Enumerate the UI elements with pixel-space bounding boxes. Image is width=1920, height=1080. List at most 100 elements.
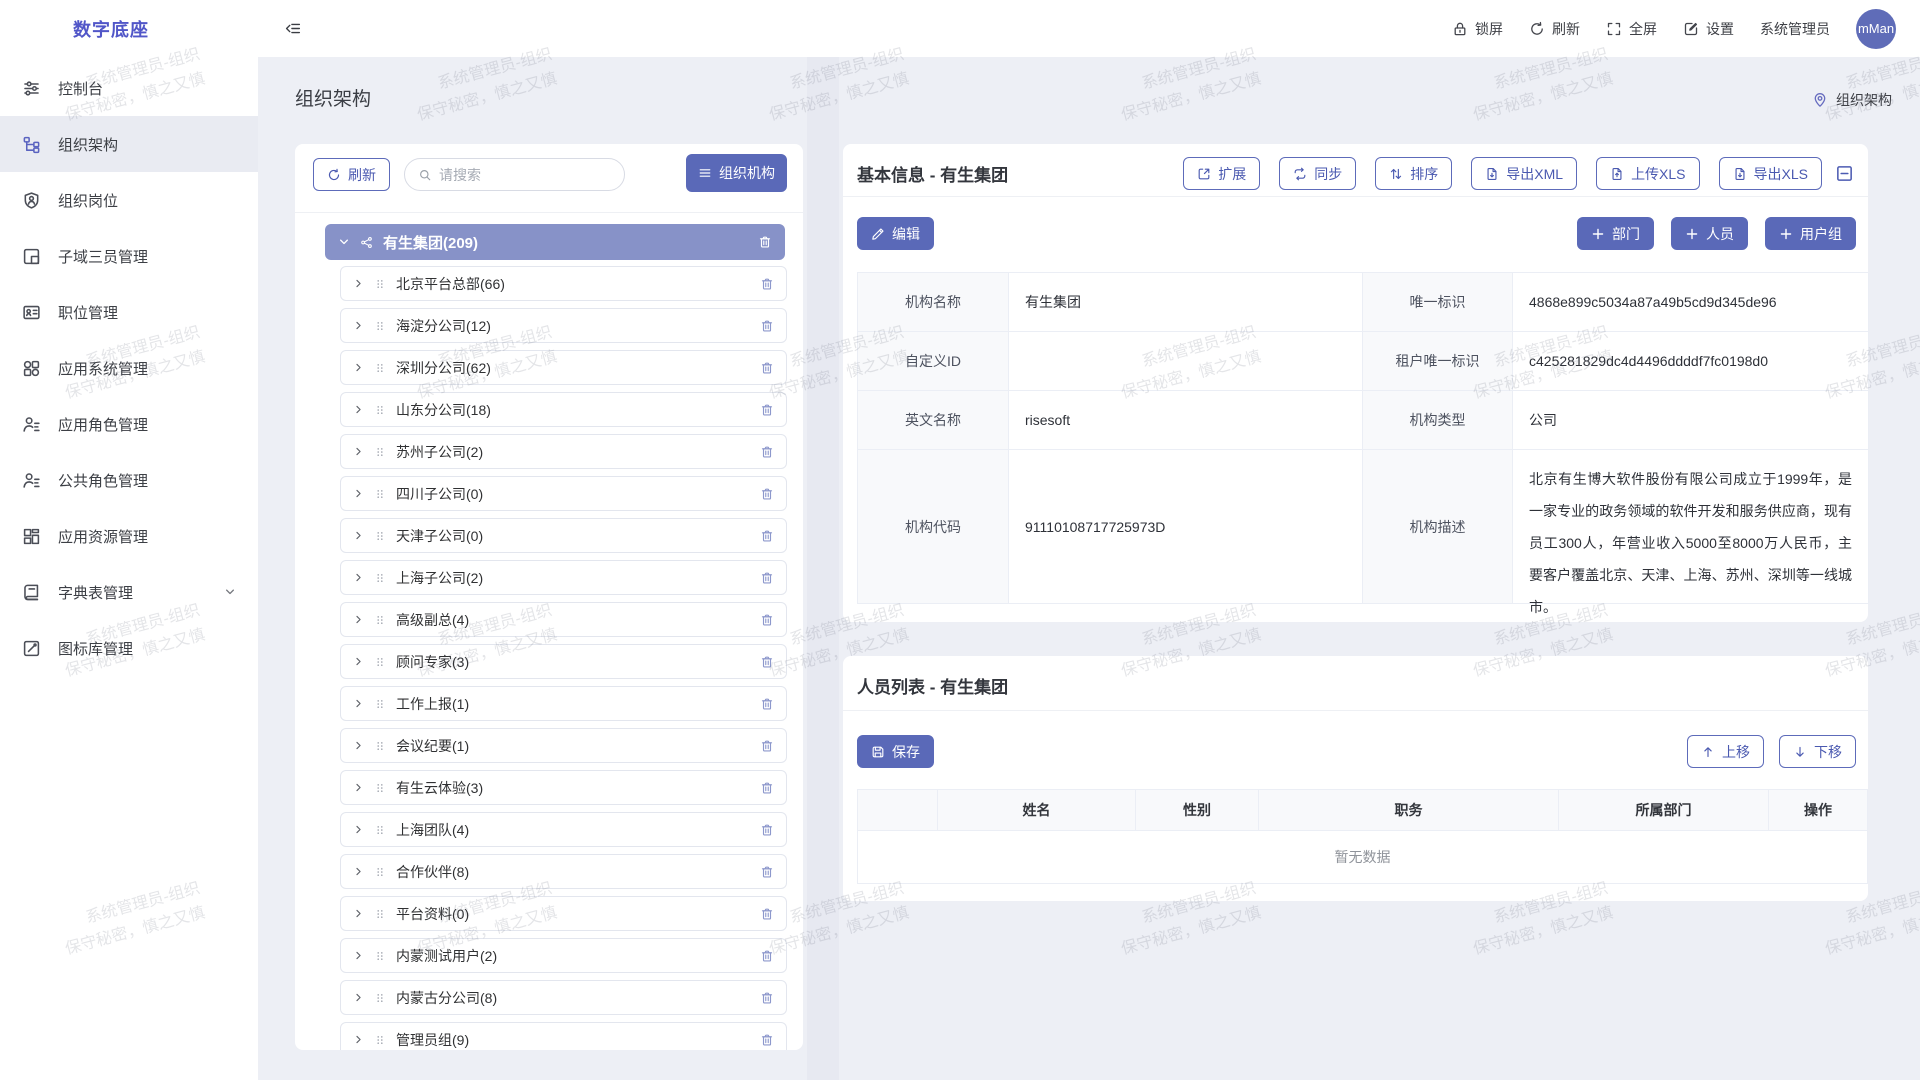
sidebar-item-console[interactable]: 控制台	[0, 60, 258, 116]
export-xml-button[interactable]: 导出XML	[1471, 157, 1577, 190]
trash-icon[interactable]	[760, 1033, 774, 1047]
trash-icon[interactable]	[760, 907, 774, 921]
sync-button[interactable]: 同步	[1279, 157, 1356, 190]
chevron-right-icon[interactable]	[353, 320, 364, 331]
drag-icon[interactable]	[374, 908, 386, 920]
sidebar-item-icon-library[interactable]: 图标库管理	[0, 620, 258, 676]
trash-icon[interactable]	[760, 361, 774, 375]
trash-icon[interactable]	[760, 781, 774, 795]
trash-icon[interactable]	[760, 277, 774, 291]
drag-icon[interactable]	[374, 782, 386, 794]
tree-node[interactable]: 内蒙古分公司(8)	[340, 980, 787, 1015]
trash-icon[interactable]	[760, 739, 774, 753]
drag-icon[interactable]	[374, 656, 386, 668]
tree-node[interactable]: 上海子公司(2)	[340, 560, 787, 595]
trash-icon[interactable]	[760, 571, 774, 585]
sidebar-item-org-structure[interactable]: 组织架构	[0, 116, 258, 172]
drag-icon[interactable]	[374, 572, 386, 584]
move-down-button[interactable]: 下移	[1779, 735, 1856, 768]
tree-node[interactable]: 内蒙测试用户(2)	[340, 938, 787, 973]
trash-icon[interactable]	[760, 445, 774, 459]
drag-icon[interactable]	[374, 446, 386, 458]
tree-node[interactable]: 平台资料(0)	[340, 896, 787, 931]
chevron-right-icon[interactable]	[353, 992, 364, 1003]
sidebar-item-app-resource[interactable]: 应用资源管理	[0, 508, 258, 564]
username[interactable]: 系统管理员	[1760, 19, 1830, 39]
drag-icon[interactable]	[374, 1034, 386, 1046]
trash-icon[interactable]	[760, 613, 774, 627]
tree-node[interactable]: 山东分公司(18)	[340, 392, 787, 427]
drag-icon[interactable]	[374, 698, 386, 710]
header-menu-fullscreen[interactable]: 全屏	[1606, 19, 1657, 39]
collapse-sidebar-icon[interactable]	[285, 20, 302, 37]
chevron-right-icon[interactable]	[353, 530, 364, 541]
tree-node[interactable]: 管理员组(9)	[340, 1022, 787, 1050]
sidebar-item-public-role[interactable]: 公共角色管理	[0, 452, 258, 508]
drag-icon[interactable]	[374, 488, 386, 500]
tree-node[interactable]: 深圳分公司(62)	[340, 350, 787, 385]
sidebar-item-app-role[interactable]: 应用角色管理	[0, 396, 258, 452]
chevron-down-icon[interactable]	[338, 236, 350, 248]
trash-icon[interactable]	[760, 949, 774, 963]
trash-icon[interactable]	[760, 403, 774, 417]
drag-icon[interactable]	[374, 950, 386, 962]
sort-button[interactable]: 排序	[1375, 157, 1452, 190]
header-menu-settings[interactable]: 设置	[1683, 19, 1734, 39]
tree-search-box[interactable]	[404, 158, 625, 191]
org-structure-button[interactable]: 组织机构	[686, 154, 787, 192]
chevron-right-icon[interactable]	[353, 614, 364, 625]
tree-node[interactable]: 合作伙伴(8)	[340, 854, 787, 889]
tree-node[interactable]: 上海团队(4)	[340, 812, 787, 847]
tree-node[interactable]: 四川子公司(0)	[340, 476, 787, 511]
trash-icon[interactable]	[758, 235, 772, 249]
trash-icon[interactable]	[760, 865, 774, 879]
add-usergroup-button[interactable]: 用户组	[1765, 217, 1856, 250]
sidebar-item-org-position[interactable]: 组织岗位	[0, 172, 258, 228]
chevron-right-icon[interactable]	[353, 782, 364, 793]
trash-icon[interactable]	[760, 991, 774, 1005]
trash-icon[interactable]	[760, 529, 774, 543]
drag-icon[interactable]	[374, 992, 386, 1004]
upload-xls-button[interactable]: 上传XLS	[1596, 157, 1699, 190]
trash-icon[interactable]	[760, 823, 774, 837]
sidebar-item-subdomain-admins[interactable]: 子域三员管理	[0, 228, 258, 284]
header-menu-refresh[interactable]: 刷新	[1529, 19, 1580, 39]
drag-icon[interactable]	[374, 740, 386, 752]
minimize-panel-icon[interactable]	[1835, 164, 1854, 183]
header-menu-lock-screen[interactable]: 锁屏	[1452, 19, 1503, 39]
tree-node[interactable]: 北京平台总部(66)	[340, 266, 787, 301]
tree-node[interactable]: 工作上报(1)	[340, 686, 787, 721]
tree-root-node[interactable]: 有生集团(209)	[325, 224, 785, 260]
trash-icon[interactable]	[760, 319, 774, 333]
sidebar-item-position-mgmt[interactable]: 职位管理	[0, 284, 258, 340]
tree-node[interactable]: 顾问专家(3)	[340, 644, 787, 679]
sidebar-item-dictionary[interactable]: 字典表管理	[0, 564, 258, 620]
drag-icon[interactable]	[374, 530, 386, 542]
tree-node[interactable]: 天津子公司(0)	[340, 518, 787, 553]
drag-icon[interactable]	[374, 404, 386, 416]
tree-search-input[interactable]	[439, 167, 611, 183]
drag-icon[interactable]	[374, 278, 386, 290]
drag-icon[interactable]	[374, 866, 386, 878]
chevron-right-icon[interactable]	[353, 698, 364, 709]
panel-splitter[interactable]	[807, 57, 839, 1080]
chevron-right-icon[interactable]	[353, 1034, 364, 1045]
tree-node[interactable]: 会议纪要(1)	[340, 728, 787, 763]
drag-icon[interactable]	[374, 824, 386, 836]
chevron-right-icon[interactable]	[353, 278, 364, 289]
chevron-right-icon[interactable]	[353, 740, 364, 751]
tree-node[interactable]: 有生云体验(3)	[340, 770, 787, 805]
trash-icon[interactable]	[760, 655, 774, 669]
chevron-right-icon[interactable]	[353, 824, 364, 835]
add-department-button[interactable]: 部门	[1577, 217, 1654, 250]
chevron-right-icon[interactable]	[353, 362, 364, 373]
avatar[interactable]: mMan	[1856, 9, 1896, 49]
export-xls-button[interactable]: 导出XLS	[1719, 157, 1822, 190]
trash-icon[interactable]	[760, 487, 774, 501]
chevron-right-icon[interactable]	[353, 866, 364, 877]
tree-node[interactable]: 苏州子公司(2)	[340, 434, 787, 469]
chevron-right-icon[interactable]	[353, 656, 364, 667]
chevron-right-icon[interactable]	[353, 908, 364, 919]
tree-node[interactable]: 海淀分公司(12)	[340, 308, 787, 343]
trash-icon[interactable]	[760, 697, 774, 711]
